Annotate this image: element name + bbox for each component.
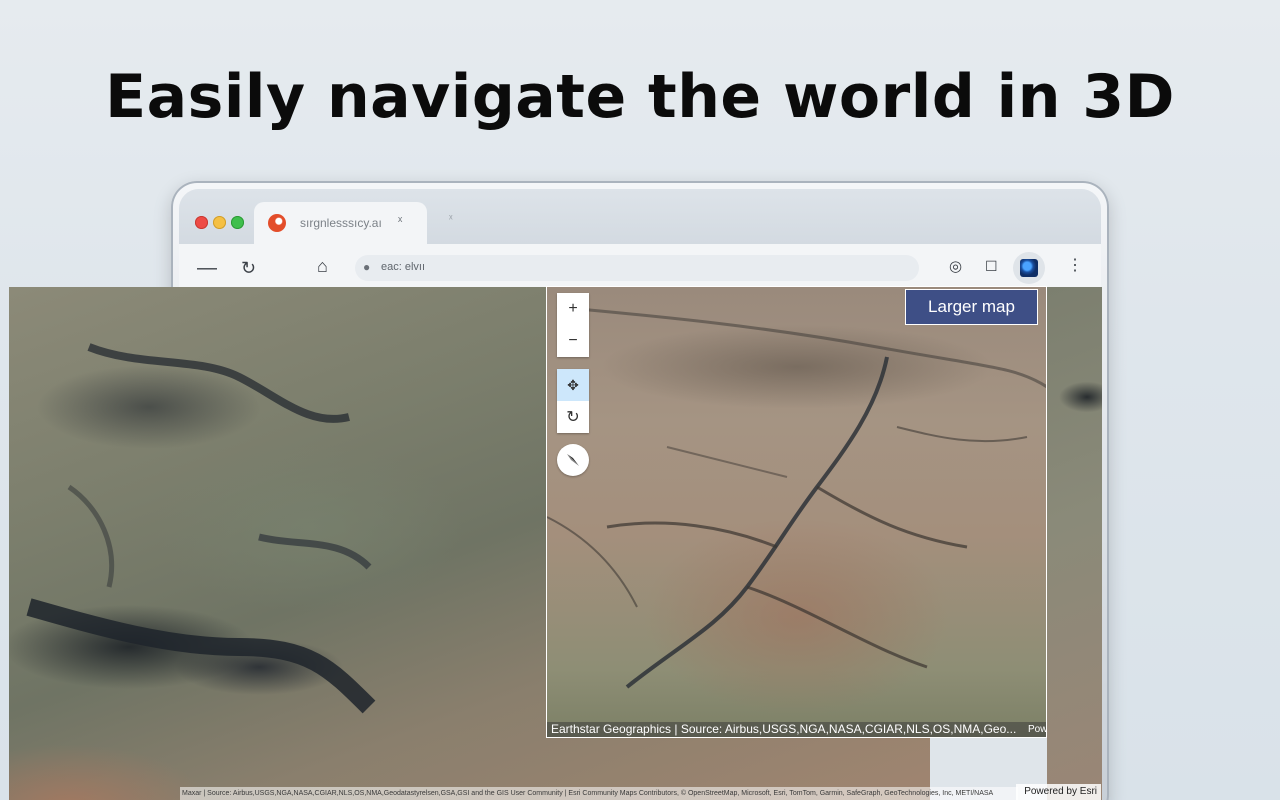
extension-icon[interactable]: ◎	[949, 259, 962, 274]
globe-extension-button[interactable]	[1013, 252, 1045, 284]
tab-strip: sırgnlesssıcy.aı ˣ ˣ	[179, 189, 1101, 244]
page-headline: Easily navigate the world in 3D	[105, 62, 1175, 132]
minus-icon[interactable]: —	[197, 258, 217, 278]
navigation-mode-controls: ✥ ↻	[557, 369, 589, 433]
zoom-controls: + −	[557, 293, 589, 357]
globe-extension-icon	[1020, 259, 1038, 277]
powered-by-esri[interactable]: Powered by Esri	[1016, 784, 1101, 800]
home-icon[interactable]: ⌂	[317, 257, 328, 275]
site-info-icon[interactable]: ●	[363, 260, 370, 274]
attribution-text: Earthstar Geographics | Source: Airbus,U…	[551, 722, 1017, 736]
zoom-in-button[interactable]: +	[557, 293, 589, 326]
tab-favicon-icon	[268, 214, 286, 232]
zoom-out-button[interactable]: −	[557, 325, 589, 357]
window-icon[interactable]: ☐	[985, 259, 998, 273]
rotate-icon[interactable]: ↻	[557, 401, 589, 433]
background-attribution: Maxar | Source: Airbus,USGS,NGA,NASA,CGI…	[180, 787, 1018, 800]
reload-icon[interactable]: ↻	[241, 259, 256, 277]
canyon-terrain	[547, 305, 1046, 689]
close-window-button[interactable]	[195, 216, 208, 229]
tab-close-icon[interactable]: ˣ	[398, 213, 402, 228]
menu-icon[interactable]: ⋮	[1067, 258, 1083, 274]
embedded-3d-map[interactable]: + − ✥ ↻ Larger map Earthstar Geographics…	[546, 286, 1047, 738]
address-bar[interactable]: ● eac: elvıı	[355, 255, 919, 281]
pan-icon[interactable]: ✥	[557, 369, 589, 401]
browser-tab[interactable]: sırgnlesssıcy.aı ˣ	[254, 202, 427, 244]
new-tab-icon[interactable]: ˣ	[449, 213, 453, 225]
map-attribution: Earthstar Geographics | Source: Airbus,U…	[547, 722, 1046, 737]
address-text: eac: elvıı	[381, 261, 426, 273]
compass-needle	[567, 454, 579, 466]
compass-icon[interactable]	[557, 444, 589, 476]
larger-map-button[interactable]: Larger map	[905, 289, 1038, 325]
tab-title: sırgnlesssıcy.aı	[300, 216, 382, 230]
powered-by-short[interactable]: Pow	[1028, 722, 1046, 737]
minimize-window-button[interactable]	[213, 216, 226, 229]
background-map-right[interactable]	[1047, 287, 1102, 800]
maximize-window-button[interactable]	[231, 216, 244, 229]
